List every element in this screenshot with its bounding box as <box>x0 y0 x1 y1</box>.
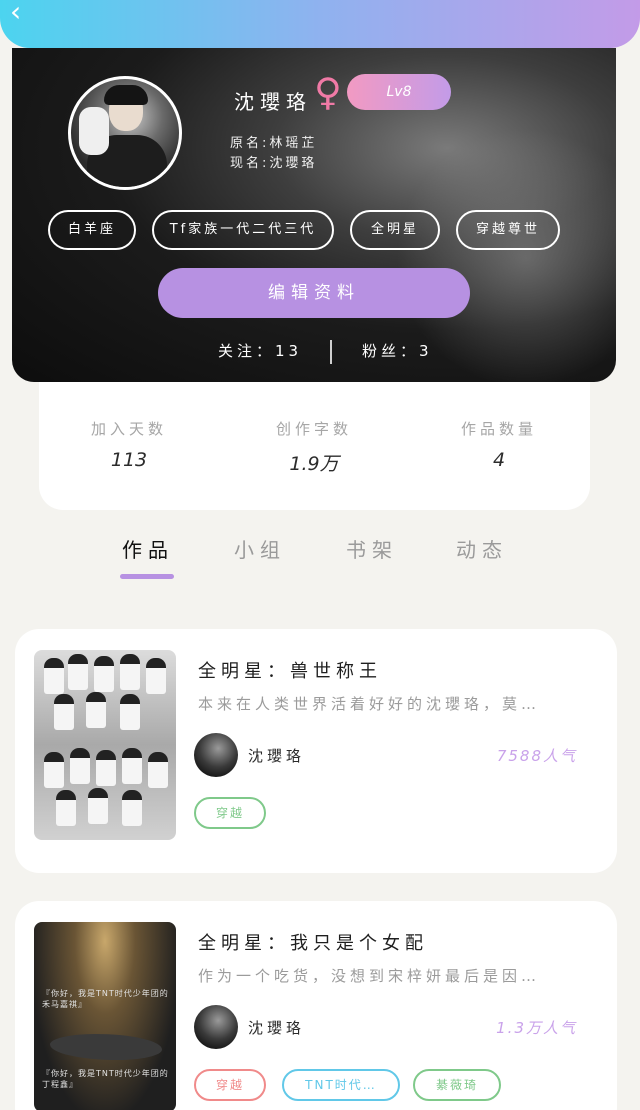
avatar[interactable] <box>68 76 182 190</box>
original-name: 原名:林瑶芷 <box>230 136 318 151</box>
character-chip[interactable]: 綦薇琦 <box>413 1069 501 1101</box>
fandom-chip[interactable]: TNT时代… <box>282 1069 400 1101</box>
works-list: 全明星：兽世称王 本来在人类世界活着好好的沈瓔珞，莫… 沈瓔珞 7588人气 穿… <box>0 600 640 1110</box>
author-avatar[interactable] <box>194 1005 238 1049</box>
top-bar: ‹ <box>0 0 640 48</box>
author-name[interactable]: 沈瓔珞 <box>248 1017 305 1038</box>
work-cover[interactable]: 『你好，我是TNT时代少年团的禾马嘉祺』 『你好，我是TNT时代少年团的丁程鑫』 <box>34 922 176 1110</box>
work-description: 作为一个吃货，没想到宋梓妍最后是因… <box>198 967 541 985</box>
cover-caption: 『你好，我是TNT时代少年团的丁程鑫』 <box>42 1069 169 1089</box>
work-title[interactable]: 全明星：兽世称王 <box>198 657 382 683</box>
profile-header: 沈瓔珞 ♀ Lv8 原名:林瑶芷 现名:沈瓔珞 白羊座 Tf家族一代二代三代 全… <box>12 48 616 382</box>
cover-caption: 『你好，我是TNT时代少年团的禾马嘉祺』 <box>42 989 169 1009</box>
tag-all-stars[interactable]: 全明星 <box>350 210 440 250</box>
female-icon: ♀ <box>314 70 342 114</box>
popularity: 7588人气 <box>496 747 577 765</box>
follow-divider <box>330 340 332 364</box>
tab-works[interactable]: 作品 <box>122 534 174 563</box>
edit-profile-button[interactable]: 编辑资料 <box>158 268 470 318</box>
stat-words: 创作字数 1.9万 <box>275 420 352 475</box>
current-name: 现名:沈瓔珞 <box>230 156 318 171</box>
active-tab-indicator <box>120 574 174 579</box>
author-avatar[interactable] <box>194 733 238 777</box>
back-button[interactable]: ‹ <box>10 0 38 28</box>
profile-name: 沈瓔珞 <box>234 90 312 114</box>
tag-fandom[interactable]: Tf家族一代二代三代 <box>152 210 334 250</box>
tab-activity[interactable]: 动态 <box>456 534 508 563</box>
work-description: 本来在人类世界活着好好的沈瓔珞，莫… <box>198 695 541 713</box>
genre-chip[interactable]: 穿越 <box>194 797 266 829</box>
following-count[interactable]: 关注：13 <box>218 340 302 361</box>
work-card[interactable]: 全明星：兽世称王 本来在人类世界活着好好的沈瓔珞，莫… 沈瓔珞 7588人气 穿… <box>15 629 617 873</box>
profile-page: ‹ 沈瓔珞 ♀ Lv8 原名:林瑶芷 现名:沈瓔珞 白羊座 Tf家族一代二代三代… <box>0 0 640 1110</box>
stats-panel: 加入天数 113 创作字数 1.9万 作品数量 4 <box>39 382 590 510</box>
tab-groups[interactable]: 小组 <box>234 534 286 563</box>
tab-bookshelf[interactable]: 书架 <box>346 534 398 563</box>
stat-days: 加入天数 113 <box>90 420 167 471</box>
work-cover[interactable] <box>34 650 176 840</box>
tag-genre[interactable]: 穿越尊世 <box>456 210 560 250</box>
content-tabs: 作品 小组 书架 动态 <box>0 520 640 600</box>
level-badge[interactable]: Lv8 <box>347 74 451 110</box>
popularity: 1.3万人气 <box>496 1019 577 1037</box>
work-title[interactable]: 全明星：我只是个女配 <box>198 929 428 955</box>
author-name[interactable]: 沈瓔珞 <box>248 745 305 766</box>
tag-zodiac[interactable]: 白羊座 <box>48 210 136 250</box>
stat-works: 作品数量 4 <box>460 420 537 471</box>
chevron-left-icon: ‹ <box>10 0 22 28</box>
genre-chip[interactable]: 穿越 <box>194 1069 266 1101</box>
followers-count[interactable]: 粉丝：3 <box>362 340 433 361</box>
work-card[interactable]: 『你好，我是TNT时代少年团的禾马嘉祺』 『你好，我是TNT时代少年团的丁程鑫』… <box>15 901 617 1110</box>
